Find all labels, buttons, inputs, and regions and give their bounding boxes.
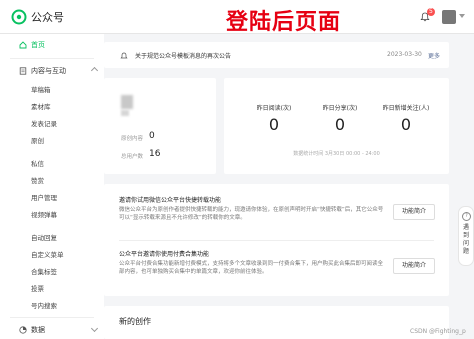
sidebar-item-collection-tags[interactable]: 合集标签 (31, 267, 57, 277)
new-creation-card: 新的创作 (104, 306, 449, 339)
original-content-value[interactable]: 0 (149, 131, 155, 141)
home-icon (19, 41, 27, 49)
notice-date: 2023-03-30 (387, 51, 422, 58)
chevron-down-icon[interactable] (459, 14, 465, 18)
sidebar-item-auto-reply[interactable]: 自动回复 (31, 233, 57, 243)
sidebar-item-in-account-search[interactable]: 号内搜索 (31, 301, 57, 311)
app-title[interactable]: 公众号 (31, 9, 64, 25)
sidebar-item-publish-records[interactable]: 发表记录 (31, 119, 57, 129)
task-title: 公众平台邀请你使用付费合集功能 (119, 251, 210, 258)
avatar[interactable] (442, 10, 456, 24)
stat-value-new-follows[interactable]: 0 (376, 115, 436, 134)
help-icon: ? (462, 212, 471, 221)
sidebar-item-messages[interactable]: 私信 (31, 159, 44, 169)
account-avatar-blurred (121, 95, 133, 109)
stat-value-reads[interactable]: 0 (244, 115, 304, 134)
sidebar-group-content[interactable]: 内容与互动 (0, 62, 104, 80)
sidebar-item-original[interactable]: 原创 (31, 136, 44, 146)
task-description: 公众平台付费合集功能新增付费模式，支持将多个文章收录到同一付费合集下，用户购买此… (119, 261, 384, 275)
feature-intro-button[interactable]: 功能简介 (393, 204, 435, 220)
top-bar: 公众号 登陆后页面 5 (0, 0, 474, 35)
notice-more-link[interactable]: 更多 (428, 51, 440, 60)
wechat-mp-logo-icon[interactable] (11, 9, 27, 25)
account-card: 原创内容 0 总用户数 16 (104, 78, 216, 174)
total-users-label: 总用户数 (121, 154, 144, 160)
divider (10, 58, 94, 59)
sidebar-item-drafts[interactable]: 草稿箱 (31, 85, 51, 95)
sidebar-item-vote[interactable]: 投票 (31, 284, 44, 294)
stat-label-shares: 昨日分享(次) (322, 105, 358, 112)
stat-value-shares[interactable]: 0 (310, 115, 370, 134)
sidebar: 首页 内容与互动 草稿箱 素材库 发表记录 原创 私信 赞赏 用户管理 视频弹幕… (0, 34, 104, 339)
sidebar-item-home[interactable]: 首页 (0, 36, 104, 54)
page-banner: 登陆后页面 (226, 10, 342, 35)
watermark: CSDN @Fighting_p (410, 328, 466, 335)
account-name-blurred (121, 110, 129, 116)
sidebar-item-materials[interactable]: 素材库 (31, 102, 51, 112)
sidebar-item-appreciation[interactable]: 赞赏 (31, 176, 44, 186)
section-title: 新的创作 (119, 317, 151, 326)
chevron-up-icon[interactable] (90, 66, 99, 75)
stat-label-new-follows: 昨日新增关注(人) (382, 105, 430, 112)
feature-intro-button[interactable]: 功能简介 (393, 258, 435, 274)
feature-invitations-card: 邀请你试用微信公众平台快捷转载功能 微信公众平台为原创作者提供快捷转载的能力，现… (104, 184, 449, 296)
help-float-button[interactable]: ? 遇到问题 (458, 206, 474, 266)
sidebar-item-label: 首页 (31, 41, 45, 49)
help-label: 遇到问题 (462, 224, 469, 255)
sidebar-item-user-management[interactable]: 用户管理 (31, 193, 57, 203)
sidebar-group-label: 内容与互动 (31, 67, 66, 75)
notice-bar: 关于规范公众号模板消息的再次公告 2023-03-30 更多 (104, 42, 449, 68)
total-users-value[interactable]: 16 (149, 149, 160, 159)
chart-icon (19, 326, 27, 334)
divider (10, 317, 94, 318)
chevron-down-icon[interactable] (90, 324, 99, 333)
document-icon (19, 67, 27, 75)
sidebar-group-label: 数据 (31, 326, 45, 334)
sidebar-group-data[interactable]: 数据 (0, 321, 104, 339)
sidebar-item-custom-menu[interactable]: 自定义菜单 (31, 250, 64, 260)
task-title: 邀请你试用微信公众平台快捷转载功能 (119, 197, 222, 204)
task-description: 微信公众平台为原创作者提供快捷转载的能力，现邀请你体验，在原创声明时开启“快捷转… (119, 207, 384, 221)
announcement-icon (120, 52, 128, 59)
original-content-label: 原创内容 (121, 136, 144, 142)
notice-link[interactable]: 关于规范公众号模板消息的再次公告 (135, 51, 231, 60)
stats-footer: 数据统计时间 3月30日 00:00 - 24:00 (293, 151, 380, 157)
stat-label-reads: 昨日阅读(次) (256, 105, 292, 112)
stats-card: 昨日阅读(次) 0 昨日分享(次) 0 昨日新增关注(人) 0 数据统计时间 3… (224, 78, 449, 174)
divider (119, 240, 434, 241)
notification-badge: 5 (427, 8, 435, 16)
sidebar-item-video-danmaku[interactable]: 视频弹幕 (31, 210, 57, 220)
